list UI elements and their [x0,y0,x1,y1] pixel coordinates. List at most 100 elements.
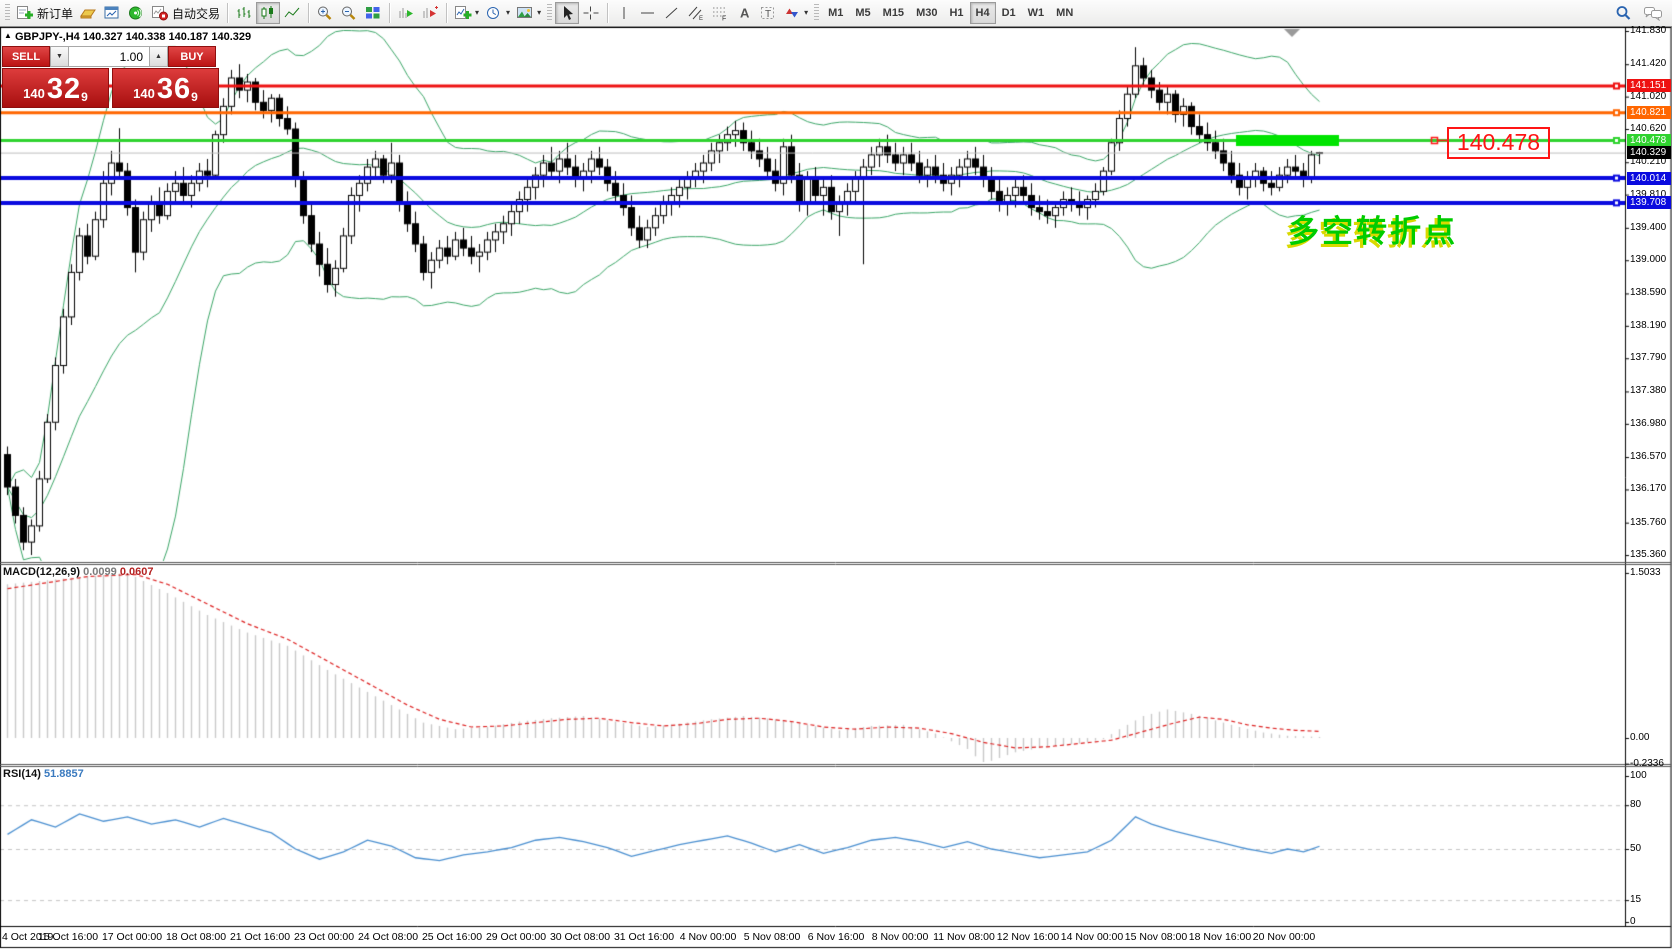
text-label-button[interactable]: T [756,2,780,24]
price-callout-box[interactable]: 140.478 [1447,127,1550,159]
buy-button[interactable]: BUY [168,46,216,67]
new-order-icon [16,5,34,21]
chart-canvas[interactable] [0,27,1672,949]
time-axis-label: 23 Oct 00:00 [294,931,354,943]
metaeditor-icon [79,5,97,21]
rsi-indicator-label: RSI(14) 51.8857 [3,768,84,780]
text-label-icon: T [759,5,777,21]
timeframe-label: M5 [855,7,870,19]
time-axis-label: 31 Oct 16:00 [614,931,674,943]
timeframe-h1-button[interactable]: H1 [943,2,969,24]
equidistant-channel-button[interactable]: E [684,2,708,24]
fibonacci-icon: F [711,5,729,21]
toolbar-grip[interactable] [814,4,819,22]
time-axis-label: 25 Oct 16:00 [422,931,482,943]
zoom-out-button[interactable] [337,2,361,24]
time-axis-label: 5 Nov 08:00 [744,931,801,943]
signals-button[interactable] [124,2,148,24]
strategy-tester-button[interactable] [100,2,124,24]
vertical-line-button[interactable] [612,2,636,24]
dropdown-caret-icon: ▾ [506,9,510,17]
buy-quote-button[interactable]: 140369 [112,68,219,108]
chart-shift-icon [421,5,439,21]
line-chart-button[interactable] [280,2,304,24]
ohlc-toggle-icon[interactable]: ▲ [4,31,12,40]
periods-icon [485,5,503,21]
bar-chart-button[interactable] [232,2,256,24]
metaeditor-button[interactable] [76,2,100,24]
macd-name: MACD(12,26,9) [3,566,80,578]
tile-windows-button[interactable] [361,2,385,24]
rsi-tick-label: 0 [1630,916,1636,927]
time-axis-label: 11 Nov 08:00 [933,931,995,943]
toolbar-grip[interactable] [5,4,10,22]
svg-text:A: A [740,6,750,21]
timeframe-mn-button[interactable]: MN [1050,2,1079,24]
zoom-in-button[interactable] [313,2,337,24]
time-axis[interactable]: 4 Oct 201915 Oct 16:0017 Oct 00:0018 Oct… [0,929,1672,947]
crosshair-button[interactable] [579,2,603,24]
trendline-icon [663,5,681,21]
timeframe-w1-button[interactable]: W1 [1022,2,1051,24]
periods-button[interactable]: ▾ [482,2,513,24]
fibonacci-button[interactable]: F [708,2,732,24]
line-chart-icon [283,5,301,21]
timeframe-label: M30 [916,7,937,19]
autotrading-label: 自动交易 [172,5,220,22]
svg-text:E: E [699,16,703,21]
autotrading-icon [151,5,169,21]
autotrading-button[interactable]: 自动交易 [148,2,223,24]
dropdown-caret-icon: ▾ [804,9,808,17]
bar-chart-icon [235,5,253,21]
timeframe-m15-button[interactable]: M15 [877,2,910,24]
zoom-in-icon [316,5,334,21]
candlestick-chart-button[interactable] [256,2,280,24]
horizontal-line-button[interactable] [636,2,660,24]
svg-text:T: T [765,9,771,20]
new-order-button[interactable]: 新订单 [13,2,76,24]
chart-shift-button[interactable] [418,2,442,24]
volume-increase-button[interactable]: ▲ [149,46,168,67]
templates-icon [516,5,534,21]
volume-input[interactable] [69,46,149,67]
ohlc-close: 140.329 [211,31,251,43]
symbol-ohlc-info[interactable]: ▲ GBPJPY-,H4 140.327 140.338 140.187 140… [4,31,251,43]
arrows-button[interactable]: ▾ [780,2,811,24]
auto-scroll-button[interactable] [394,2,418,24]
sell-price-prefix: 140 [23,84,45,104]
timeframe-label: H4 [976,7,990,19]
arrows-icon [783,5,801,21]
time-axis-label: 29 Oct 00:00 [486,931,546,943]
toolbar-separator [308,3,309,23]
sell-button[interactable]: SELL [2,46,50,67]
toolbar-separator [389,3,390,23]
time-axis-label: 14 Nov 00:00 [1061,931,1123,943]
time-axis-label: 17 Oct 00:00 [102,931,162,943]
svg-text:F: F [722,16,726,22]
volume-decrease-button[interactable]: ▼ [50,46,69,67]
caret-down-icon: ▼ [56,53,63,60]
buy-price-big: 36 [157,75,191,104]
cursor-icon [558,5,576,21]
cursor-button[interactable] [555,2,579,24]
one-click-trading-panel: SELL ▼ ▲ BUY 140329 140369 [2,46,220,108]
timeframe-m1-button[interactable]: M1 [822,2,849,24]
sell-quote-button[interactable]: 140329 [2,68,109,108]
toolbar-grip[interactable] [547,4,552,22]
time-axis-label: 4 Nov 00:00 [680,931,737,943]
rsi-axis: 1008050150 [1626,0,1672,949]
time-axis-label: 15 Oct 16:00 [38,931,98,943]
timeframe-label: D1 [1002,7,1016,19]
candlestick-chart-icon [259,5,277,21]
time-axis-label: 24 Oct 08:00 [358,931,418,943]
trendline-button[interactable] [660,2,684,24]
timeframe-d1-button[interactable]: D1 [996,2,1022,24]
chart-annotation-text[interactable]: 多空转折点 [1288,206,1458,251]
text-button[interactable]: A [732,2,756,24]
symbol-title: GBPJPY-,H4 [15,31,80,43]
indicators-button[interactable]: ▾ [451,2,482,24]
timeframe-h4-button[interactable]: H4 [970,2,996,24]
templates-button[interactable]: ▾ [513,2,544,24]
timeframe-m30-button[interactable]: M30 [910,2,943,24]
timeframe-m5-button[interactable]: M5 [849,2,876,24]
